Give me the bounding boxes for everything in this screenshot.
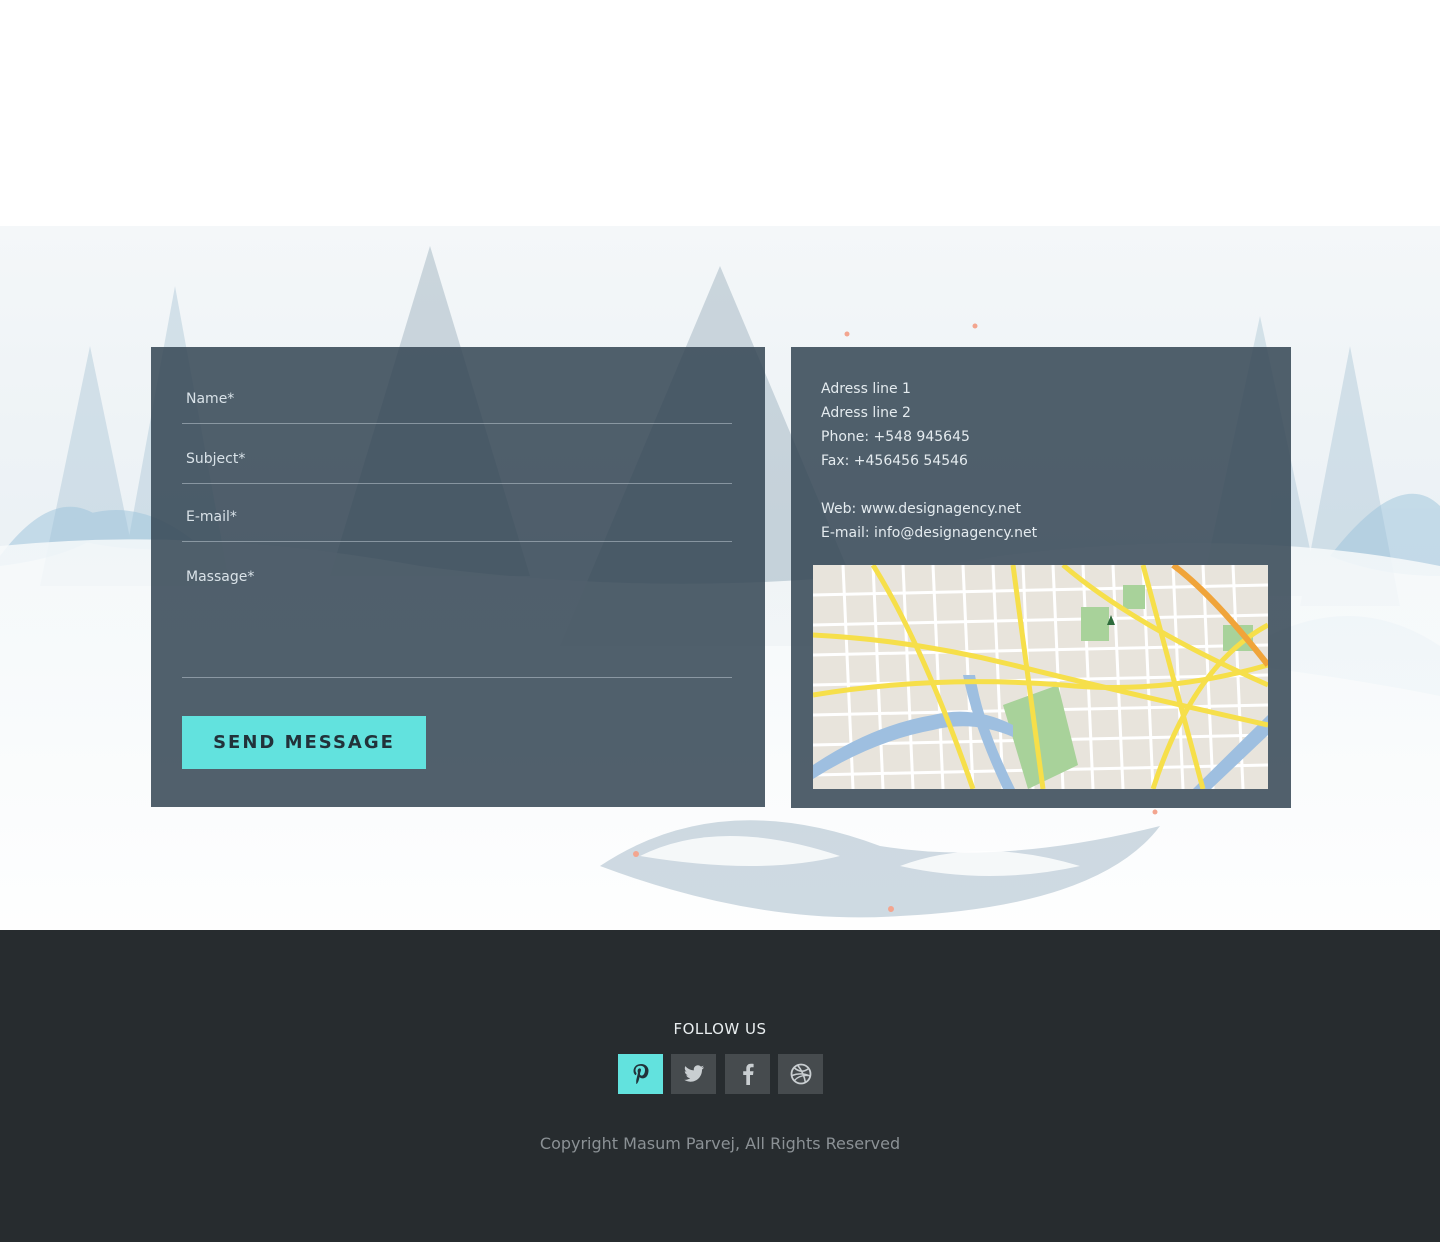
- copyright-text: Copyright Masum Parvej, All Rights Reser…: [539, 1134, 901, 1153]
- subject-field-wrapper: [182, 443, 732, 484]
- name-field-wrapper: [182, 383, 732, 424]
- subject-input[interactable]: [182, 443, 732, 475]
- email-link[interactable]: E-mail: info@designagency.net: [821, 521, 1261, 545]
- pinterest-button[interactable]: [618, 1054, 663, 1094]
- site-footer: FOLLOW US Copyright Masum Parvej, All Ri…: [0, 930, 1440, 1242]
- location-map[interactable]: [813, 565, 1268, 789]
- web-link[interactable]: Web: www.designagency.net: [821, 497, 1261, 521]
- contact-info-panel: Adress line 1 Adress line 2 Phone: +548 …: [791, 347, 1291, 808]
- dribbble-icon: [790, 1063, 811, 1085]
- email-input[interactable]: [182, 502, 732, 532]
- info-spacer: [821, 473, 1261, 497]
- social-links: [618, 1054, 823, 1094]
- email-field-wrapper: [182, 502, 732, 542]
- twitter-button[interactable]: [671, 1054, 716, 1094]
- facebook-icon: [742, 1063, 754, 1085]
- address-line-1: Adress line 1: [821, 381, 911, 397]
- message-field-wrapper: [182, 565, 732, 678]
- address-line-2: Adress line 2: [821, 405, 911, 421]
- contact-section: SEND MESSAGE Adress line 1 Adress line 2…: [0, 226, 1440, 930]
- dribbble-button[interactable]: [778, 1054, 823, 1094]
- contact-form-panel: SEND MESSAGE: [151, 347, 765, 807]
- message-textarea[interactable]: [182, 565, 732, 673]
- facebook-button[interactable]: [725, 1054, 770, 1094]
- name-input[interactable]: [182, 383, 732, 415]
- phone-text: Phone: +548 945645: [821, 429, 970, 445]
- follow-us-label: FOLLOW US: [673, 1020, 767, 1038]
- pinterest-icon: [633, 1064, 648, 1084]
- fax-text: Fax: +456456 54546: [821, 453, 968, 469]
- send-message-button[interactable]: SEND MESSAGE: [182, 716, 426, 769]
- top-blank-area: [0, 0, 1440, 226]
- contact-info-list: Adress line 1 Adress line 2 Phone: +548 …: [821, 377, 1261, 545]
- map-icon: [813, 565, 1268, 789]
- twitter-icon: [683, 1065, 704, 1082]
